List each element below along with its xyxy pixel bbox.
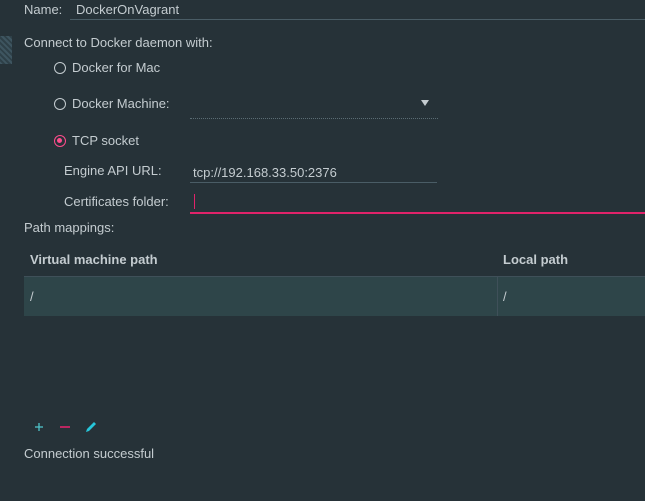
radio-button[interactable] <box>54 97 66 110</box>
column-header-local-path[interactable]: Local path <box>503 252 568 267</box>
add-icon[interactable] <box>30 418 48 436</box>
vm-path-cell[interactable]: / <box>30 289 34 304</box>
edit-icon[interactable] <box>82 418 100 436</box>
radio-button[interactable] <box>54 61 66 74</box>
chevron-down-icon <box>421 100 429 106</box>
table-header: Virtual machine path Local path <box>24 243 645 277</box>
radio-button-selected[interactable] <box>54 134 66 147</box>
radio-docker-for-mac[interactable]: Docker for Mac <box>54 60 160 75</box>
connection-status: Connection successful <box>24 446 155 461</box>
connect-heading: Connect to Docker daemon with: <box>24 35 213 50</box>
engine-api-input[interactable] <box>193 162 433 182</box>
path-mappings-label: Path mappings: <box>24 220 115 235</box>
engine-api-field-wrapper <box>190 162 437 183</box>
radio-docker-machine[interactable]: Docker Machine: <box>54 96 170 111</box>
remove-icon[interactable] <box>56 418 74 436</box>
local-path-cell[interactable]: / <box>503 289 507 304</box>
name-input[interactable] <box>76 0 636 19</box>
radio-label: Docker Machine: <box>72 96 170 111</box>
engine-api-label: Engine API URL: <box>64 163 162 178</box>
table-row[interactable]: / / <box>24 277 645 316</box>
certificates-folder-label: Certificates folder: <box>64 194 169 209</box>
radio-tcp-socket[interactable]: TCP socket <box>54 133 139 148</box>
name-label: Name: <box>24 2 63 17</box>
column-header-vm-path[interactable]: Virtual machine path <box>30 252 158 267</box>
table-toolbar <box>30 418 108 436</box>
column-divider <box>497 277 498 316</box>
certificates-folder-input[interactable] <box>193 192 633 212</box>
name-field-wrapper <box>70 0 645 20</box>
radio-label: Docker for Mac <box>72 60 161 75</box>
path-mappings-table: Virtual machine path Local path / / <box>24 243 645 413</box>
docker-machine-dropdown[interactable] <box>190 92 438 119</box>
certificates-folder-field-wrapper <box>190 192 645 214</box>
radio-label: TCP socket <box>72 133 139 148</box>
left-gutter-marker <box>0 36 12 64</box>
text-caret <box>194 194 195 209</box>
